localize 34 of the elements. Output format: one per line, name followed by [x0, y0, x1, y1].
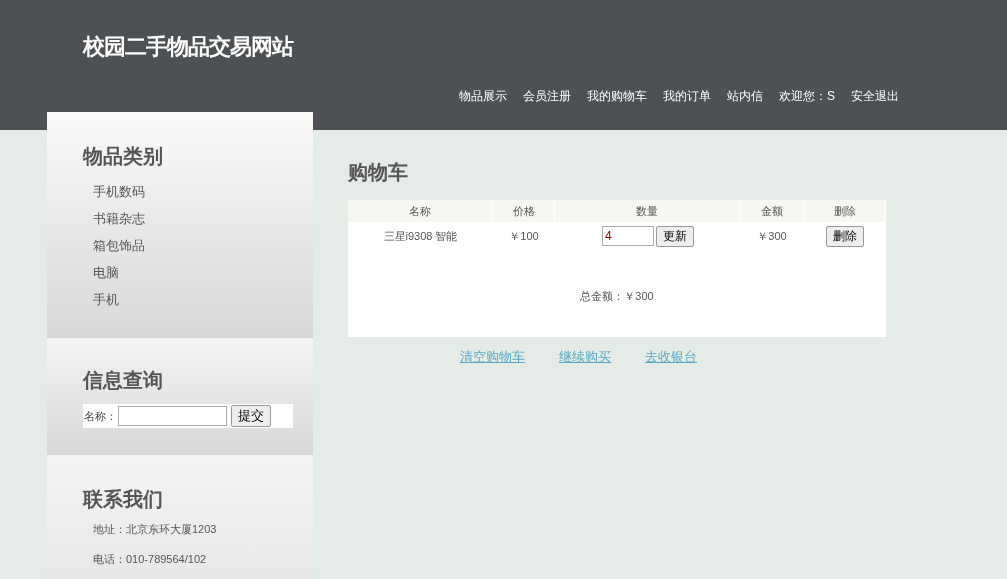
- table-cell-text: ￥300: [757, 228, 787, 244]
- panel-title: 联系我们: [83, 487, 164, 512]
- page-title: 购物车: [348, 160, 409, 185]
- nav-link[interactable]: 物品展示: [459, 87, 507, 105]
- category-link[interactable]: 箱包饰品: [93, 232, 145, 259]
- table-cell-text: ￥100: [509, 228, 539, 244]
- category-link[interactable]: 电脑: [93, 259, 119, 286]
- nav-link[interactable]: 欢迎您：S: [779, 87, 835, 105]
- nav-link[interactable]: 我的订单: [663, 87, 711, 105]
- column-header-text: 数量: [636, 203, 658, 219]
- update-button[interactable]: 更新: [656, 225, 694, 247]
- total-amount: 总金额：￥300: [580, 289, 654, 304]
- panel-title: 物品类别: [83, 144, 164, 169]
- contact-text: 电话：010-789564/102: [93, 552, 208, 567]
- site-title: 校园二手物品交易网站: [83, 33, 293, 61]
- nav-link[interactable]: 站内信: [727, 87, 763, 105]
- category-link[interactable]: 手机: [93, 286, 119, 313]
- column-header-text: 价格: [512, 203, 535, 219]
- table-cell-text: 三星i9308 智能: [383, 228, 458, 244]
- submit-button[interactable]: 提交: [231, 405, 271, 427]
- delete-button[interactable]: 删除: [826, 225, 864, 247]
- category-link[interactable]: 书籍杂志: [93, 205, 145, 232]
- column-header-text: 删除: [833, 203, 856, 219]
- search-field[interactable]: [118, 406, 227, 426]
- nav-link[interactable]: 我的购物车: [587, 87, 647, 105]
- search-label: 名称：: [84, 408, 117, 424]
- panel-title: 信息查询: [83, 368, 164, 393]
- nav-link[interactable]: 安全退出: [851, 87, 899, 105]
- column-header-text: 名称: [409, 203, 431, 219]
- category-link[interactable]: 手机数码: [93, 178, 145, 205]
- nav-link[interactable]: 会员注册: [523, 87, 571, 105]
- contact-text: 地址：北京东环大厦1203: [93, 522, 218, 537]
- quantity-field[interactable]: 4: [602, 226, 654, 246]
- column-header-text: 金额: [760, 203, 783, 219]
